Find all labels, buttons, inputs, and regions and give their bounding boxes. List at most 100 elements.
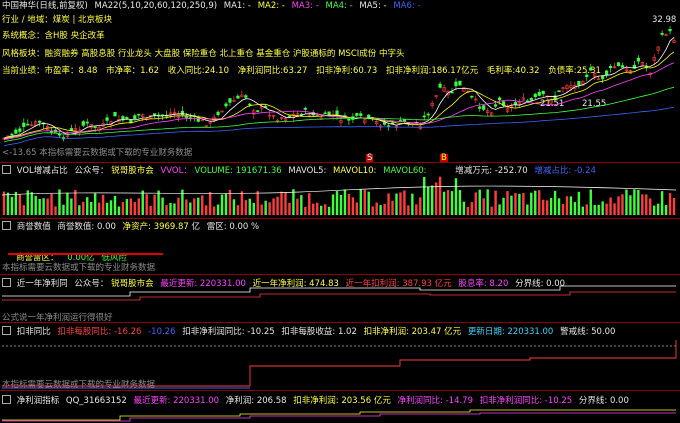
candle-body (557, 90, 561, 92)
volume-bar (375, 202, 378, 215)
candle-body (256, 110, 260, 112)
volume-bar (391, 200, 394, 215)
volume-bar (78, 205, 81, 215)
candle-body (482, 105, 486, 110)
volume-bar (395, 193, 398, 215)
candle-body (537, 92, 541, 96)
volume-bar (561, 203, 565, 215)
volume-bar (113, 195, 117, 215)
volume-bar (379, 205, 382, 215)
volume-bar (240, 191, 244, 215)
volume-bar (351, 197, 355, 215)
volume-bar (74, 189, 77, 215)
candle-body (402, 119, 407, 122)
volume-bar (18, 194, 22, 215)
volume-bar (46, 198, 49, 215)
volume-bar (549, 197, 553, 215)
volume-bar (14, 191, 18, 215)
volume-bar (629, 195, 632, 215)
volume-bar (315, 202, 319, 215)
volume-bar (387, 193, 390, 215)
volume-bar (573, 202, 577, 215)
volume-bar (232, 199, 236, 215)
candle-body (438, 83, 442, 88)
volume-bar (403, 190, 406, 215)
volume-bar (70, 198, 73, 215)
volume-bar (117, 206, 121, 215)
volume-bar (62, 204, 65, 215)
volume-bar (482, 198, 485, 215)
volume-bar (169, 202, 172, 215)
candle-body (601, 75, 605, 80)
volume-bar (355, 202, 359, 215)
volume-bar (609, 197, 612, 215)
volume-bar (454, 178, 458, 215)
volume-bar (593, 205, 596, 215)
np-line (2, 409, 676, 421)
candle-body (81, 121, 85, 126)
volume-bar (129, 198, 133, 215)
volume-bar (569, 196, 573, 215)
volume-bar (22, 205, 26, 215)
candle-body (620, 65, 625, 68)
volume-bar (197, 197, 200, 215)
candle-body (85, 121, 89, 124)
candle-body (105, 117, 109, 121)
volume-bar (331, 194, 335, 215)
volume-bar (411, 193, 414, 215)
volume-bar (510, 195, 513, 215)
volume-bar (343, 189, 347, 215)
volume-bar (10, 196, 14, 215)
volume-bar (54, 206, 57, 215)
volume-bar (399, 192, 402, 215)
volume-bar (165, 205, 168, 215)
volume-bar (474, 192, 477, 215)
volume-bar (93, 193, 97, 215)
volume-bar (530, 192, 533, 215)
candle-body (14, 129, 18, 134)
volume-bar (308, 193, 311, 215)
volume-bar (319, 205, 323, 215)
volume-bar (157, 190, 160, 215)
volume-bar (625, 189, 628, 215)
candle-body (513, 102, 518, 105)
volume-bar (248, 198, 251, 215)
volume-bar (383, 203, 386, 215)
chart-canvas[interactable] (0, 0, 680, 423)
volume-bar (97, 202, 101, 215)
candle-body (200, 119, 204, 122)
volume-bar (538, 190, 541, 215)
candle-body (244, 95, 248, 98)
volume-bar (121, 202, 125, 215)
candle-body (335, 110, 339, 116)
volume-bar (220, 194, 224, 215)
volume-bar (288, 202, 291, 215)
volume-bar (272, 198, 275, 215)
volume-bar (260, 204, 263, 215)
candle-body (18, 128, 22, 132)
annual-profit-line (2, 285, 676, 297)
volume-bar (244, 200, 248, 215)
candle-body (153, 113, 157, 116)
volume-bar (264, 200, 267, 215)
candle-body (327, 111, 331, 116)
volume-bar (641, 194, 644, 215)
candle-body (589, 67, 593, 71)
volume-bar (526, 204, 529, 215)
volume-bar (438, 176, 442, 215)
volume-bar (613, 203, 616, 215)
candle-body (616, 62, 621, 66)
candle-body (216, 111, 220, 115)
ma20-line (3, 62, 675, 141)
volume-bar (276, 196, 279, 215)
volume-bar (327, 206, 331, 215)
volume-bar (50, 193, 53, 215)
volume-bar (522, 193, 525, 215)
candle-body (347, 118, 351, 121)
volume-bar (672, 198, 676, 215)
volume-bar (518, 193, 521, 215)
candle-body (22, 122, 26, 127)
volume-bar (34, 195, 37, 215)
volume-bar (605, 203, 608, 215)
goodwill-bar (8, 253, 163, 255)
